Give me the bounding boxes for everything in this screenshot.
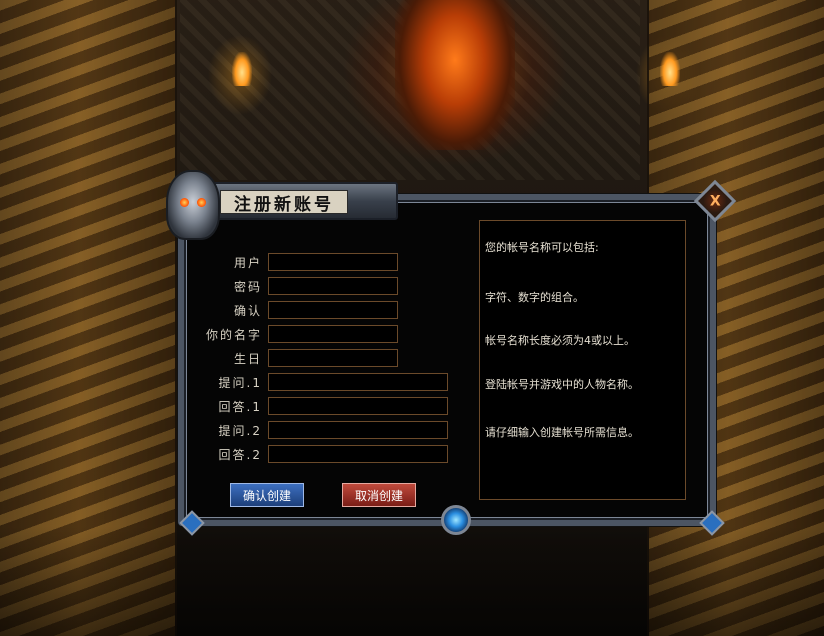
- confirm-create-button[interactable]: 确认创建: [230, 483, 304, 507]
- form-row-question-2: 提问.2: [186, 421, 448, 439]
- info-line: 登陆帐号并游戏中的人物名称。: [485, 378, 639, 391]
- confirm-password-label: 确认: [233, 303, 262, 318]
- torch-flame-left: [232, 52, 252, 86]
- answer-1-label: 回答.1: [218, 399, 262, 414]
- form-row-answer-2: 回答.2: [186, 445, 448, 463]
- question-2-label: 提问.2: [218, 423, 262, 438]
- skull-eye-right: [197, 198, 206, 207]
- skull-eye-left: [180, 198, 189, 207]
- torch-flame-right: [660, 52, 680, 86]
- skull-icon: [166, 170, 220, 240]
- username-input[interactable]: [268, 253, 398, 271]
- form-row-name: 你的名字: [186, 325, 398, 343]
- password-input[interactable]: [268, 277, 398, 295]
- form-row-password: 密码: [186, 277, 398, 295]
- answer-2-label: 回答.2: [218, 447, 262, 462]
- cancel-create-button[interactable]: 取消创建: [342, 483, 416, 507]
- form-row-answer-1: 回答.1: [186, 397, 448, 415]
- form-row-birthday: 生日: [186, 349, 398, 367]
- floor-shadow: [0, 526, 824, 636]
- info-line: 您的帐号名称可以包括:: [485, 241, 599, 254]
- close-icon: X: [709, 192, 721, 209]
- question-1-label: 提问.1: [218, 375, 262, 390]
- your-name-input[interactable]: [268, 325, 398, 343]
- form-row-question-1: 提问.1: [186, 373, 448, 391]
- blue-gem-ornament: [441, 505, 471, 535]
- birthday-input[interactable]: [268, 349, 398, 367]
- birthday-label: 生日: [233, 351, 262, 366]
- answer-2-input[interactable]: [268, 445, 448, 463]
- question-1-input[interactable]: [268, 373, 448, 391]
- answer-1-input[interactable]: [268, 397, 448, 415]
- info-line: 字符、数字的组合。: [485, 291, 584, 304]
- dialog-title: 注册新账号: [220, 190, 348, 215]
- form-row-username: 用户: [186, 253, 398, 271]
- your-name-label: 你的名字: [205, 327, 262, 342]
- info-line: 帐号名称长度必须为4或以上。: [485, 334, 635, 347]
- info-panel: 您的帐号名称可以包括: 字符、数字的组合。 帐号名称长度必须为4或以上。 登陆帐…: [479, 220, 686, 500]
- demon-head-ornament: [395, 0, 515, 150]
- username-label: 用户: [233, 255, 262, 270]
- question-2-input[interactable]: [268, 421, 448, 439]
- password-label: 密码: [233, 279, 262, 294]
- confirm-password-input[interactable]: [268, 301, 398, 319]
- info-line: 请仔细输入创建帐号所需信息。: [485, 426, 639, 439]
- form-row-confirm: 确认: [186, 301, 398, 319]
